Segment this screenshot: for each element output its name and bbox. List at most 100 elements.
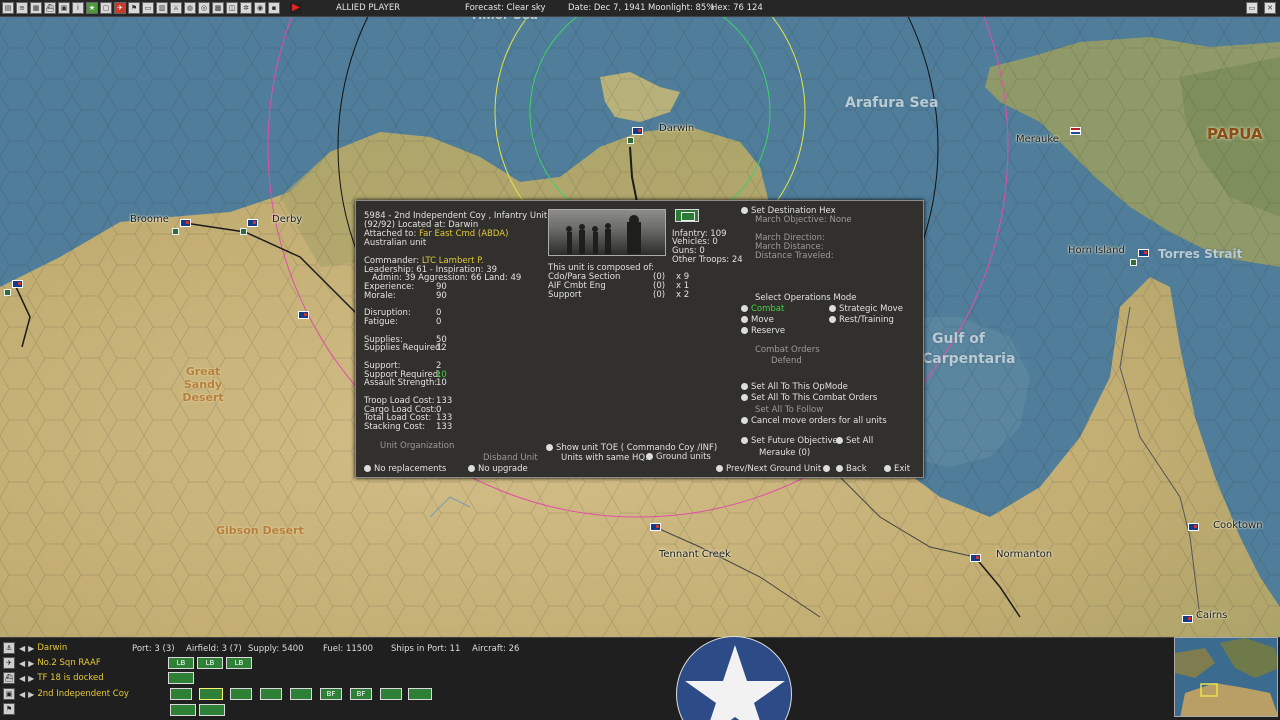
- hex-ground-row[interactable]: ▣ ◀ ▶ 2nd Independent Coy: [0, 687, 129, 701]
- hex-base-row[interactable]: ⚓ ◀ ▶ Darwin: [0, 641, 67, 655]
- op-icon[interactable]: ◫: [226, 2, 238, 14]
- prev-next-unit-button[interactable]: Prev/Next Ground Unit: [716, 465, 821, 474]
- base-marker-darwin[interactable]: [627, 137, 634, 144]
- ground-unit-chip-4[interactable]: [260, 688, 282, 700]
- document-icon[interactable]: ▭: [142, 2, 154, 14]
- dutch-unit-marker-merauke[interactable]: [1070, 127, 1081, 135]
- next-arrow-icon[interactable]: ▶: [28, 690, 34, 699]
- globe-icon[interactable]: ◍: [184, 2, 196, 14]
- next-arrow-icon[interactable]: ▶: [28, 674, 34, 683]
- minimap[interactable]: [1174, 637, 1278, 717]
- air-unit-name[interactable]: No.2 Sqn RAAF: [37, 658, 100, 668]
- end-turn-play-icon[interactable]: ▶: [290, 2, 302, 14]
- menu-icon[interactable]: ▤: [2, 2, 14, 14]
- set-future-objective-button[interactable]: Set Future Objective: [741, 437, 838, 446]
- gear-icon[interactable]: ✲: [240, 2, 252, 14]
- base-marker-west[interactable]: [4, 289, 11, 296]
- allied-unit-marker-south[interactable]: [298, 311, 309, 319]
- task-force-name[interactable]: TF 18 is docked: [37, 673, 103, 683]
- air-unit-chip-2[interactable]: LB: [197, 657, 223, 669]
- target-icon[interactable]: ◎: [198, 2, 210, 14]
- ground-unit-chip-9[interactable]: [408, 688, 432, 700]
- ship-chip[interactable]: [168, 672, 194, 684]
- map-icon[interactable]: ▩: [212, 2, 224, 14]
- prev-arrow-icon[interactable]: ◀: [19, 659, 25, 668]
- allied-unit-marker-horn[interactable]: [1138, 249, 1149, 257]
- flag-icon[interactable]: ⚑: [128, 2, 140, 14]
- save-icon[interactable]: ▪: [268, 2, 280, 14]
- opmode-reserve-option[interactable]: Reserve: [741, 327, 785, 336]
- hex-air-row[interactable]: ✈ ◀ ▶ No.2 Sqn RAAF: [0, 656, 101, 670]
- allied-unit-marker-cairns[interactable]: [1182, 615, 1193, 623]
- report-icon[interactable]: ▦: [30, 2, 42, 14]
- next-arrow-icon[interactable]: ▶: [28, 644, 34, 653]
- ground-unit-chip-3[interactable]: [230, 688, 252, 700]
- unit-organization-button[interactable]: Unit Organization: [380, 442, 454, 451]
- air-unit-chip-3[interactable]: LB: [226, 657, 252, 669]
- grid-icon[interactable]: ▣: [58, 2, 70, 14]
- ground-unit-chip-11[interactable]: [199, 704, 225, 716]
- ground-unit-chip-5[interactable]: [290, 688, 312, 700]
- star-icon[interactable]: ★: [86, 2, 98, 14]
- opmode-move-option[interactable]: Move: [741, 316, 774, 325]
- globe-2-icon[interactable]: ◉: [254, 2, 266, 14]
- base-icon: ⚓: [3, 642, 15, 654]
- exit-button[interactable]: Exit: [884, 465, 910, 474]
- allied-unit-marker-broome[interactable]: [180, 219, 191, 227]
- set-all-button[interactable]: Set All: [836, 437, 873, 446]
- upgrade-toggle[interactable]: No upgrade: [468, 465, 528, 474]
- defend-order[interactable]: Defend: [771, 357, 802, 366]
- back-label: Back: [846, 464, 867, 474]
- next-unit-button[interactable]: [823, 465, 833, 474]
- aircraft-icon[interactable]: ✈: [114, 2, 126, 14]
- air-unit-chip-1[interactable]: LB: [168, 657, 194, 669]
- cancel-move-orders-button[interactable]: Cancel move orders for all units: [741, 417, 887, 426]
- disband-unit-button[interactable]: Disband Unit: [483, 454, 538, 463]
- prev-arrow-icon[interactable]: ◀: [19, 690, 25, 699]
- ground-unit-chip-1[interactable]: [170, 688, 192, 700]
- allied-unit-marker-normanton[interactable]: [970, 554, 981, 562]
- replacements-toggle[interactable]: No replacements: [364, 465, 446, 474]
- attached-hq-link[interactable]: Far East Cmd (ABDA): [419, 229, 508, 239]
- close-icon[interactable]: ✕: [1264, 2, 1276, 14]
- opmode-rest-option[interactable]: Rest/Training: [829, 316, 894, 325]
- base-name[interactable]: Darwin: [37, 643, 67, 653]
- forecast-label: Forecast: Clear sky: [465, 3, 546, 13]
- ground-unit-name[interactable]: 2nd Independent Coy: [37, 689, 129, 699]
- prev-arrow-icon[interactable]: ◀: [19, 644, 25, 653]
- opmode-strategic-move-option[interactable]: Strategic Move: [829, 305, 903, 314]
- minimize-icon[interactable]: ▭: [1246, 2, 1258, 14]
- window-icon[interactable]: ▢: [100, 2, 112, 14]
- base-marker-horn[interactable]: [1130, 259, 1137, 266]
- allied-unit-marker-derby[interactable]: [247, 219, 258, 227]
- base-marker-derby[interactable]: [240, 228, 247, 235]
- set-all-follow-button[interactable]: Set All To Follow: [755, 406, 823, 415]
- set-all-opmode-button[interactable]: Set All To This OpMode: [741, 383, 848, 392]
- allied-unit-marker-darwin[interactable]: [632, 127, 643, 135]
- flag-icon[interactable]: ⚑: [3, 703, 15, 715]
- list-icon[interactable]: ≡: [16, 2, 28, 14]
- ground-units-button[interactable]: Ground units: [646, 453, 711, 462]
- next-arrow-icon[interactable]: ▶: [28, 659, 34, 668]
- prev-arrow-icon[interactable]: ◀: [19, 674, 25, 683]
- ground-unit-chip-8[interactable]: [380, 688, 402, 700]
- ground-unit-chip-10[interactable]: [170, 704, 196, 716]
- allied-unit-marker-cooktown[interactable]: [1188, 523, 1199, 531]
- info-icon[interactable]: i: [72, 2, 84, 14]
- ship-icon[interactable]: ⛴: [44, 2, 56, 14]
- back-radio-icon: [836, 465, 843, 472]
- back-button[interactable]: Back: [836, 465, 867, 474]
- set-all-combat-button[interactable]: Set All To This Combat Orders: [741, 394, 877, 403]
- date-label: Date: Dec 7, 1941: [568, 3, 646, 13]
- swords-icon[interactable]: ⚔: [170, 2, 182, 14]
- ground-unit-chip-7[interactable]: BF: [350, 688, 372, 700]
- allied-unit-marker-tennant[interactable]: [650, 523, 661, 531]
- chart-icon[interactable]: ▥: [156, 2, 168, 14]
- hex-tf-row[interactable]: ⛴ ◀ ▶ TF 18 is docked: [0, 671, 104, 685]
- allied-unit-marker-west[interactable]: [12, 280, 23, 288]
- opmode-combat-option[interactable]: Combat: [741, 305, 784, 314]
- ground-unit-chip-2[interactable]: [199, 688, 223, 700]
- base-marker-broome[interactable]: [172, 228, 179, 235]
- air-unit-icon: ✈: [3, 657, 15, 669]
- ground-unit-chip-6[interactable]: BF: [320, 688, 342, 700]
